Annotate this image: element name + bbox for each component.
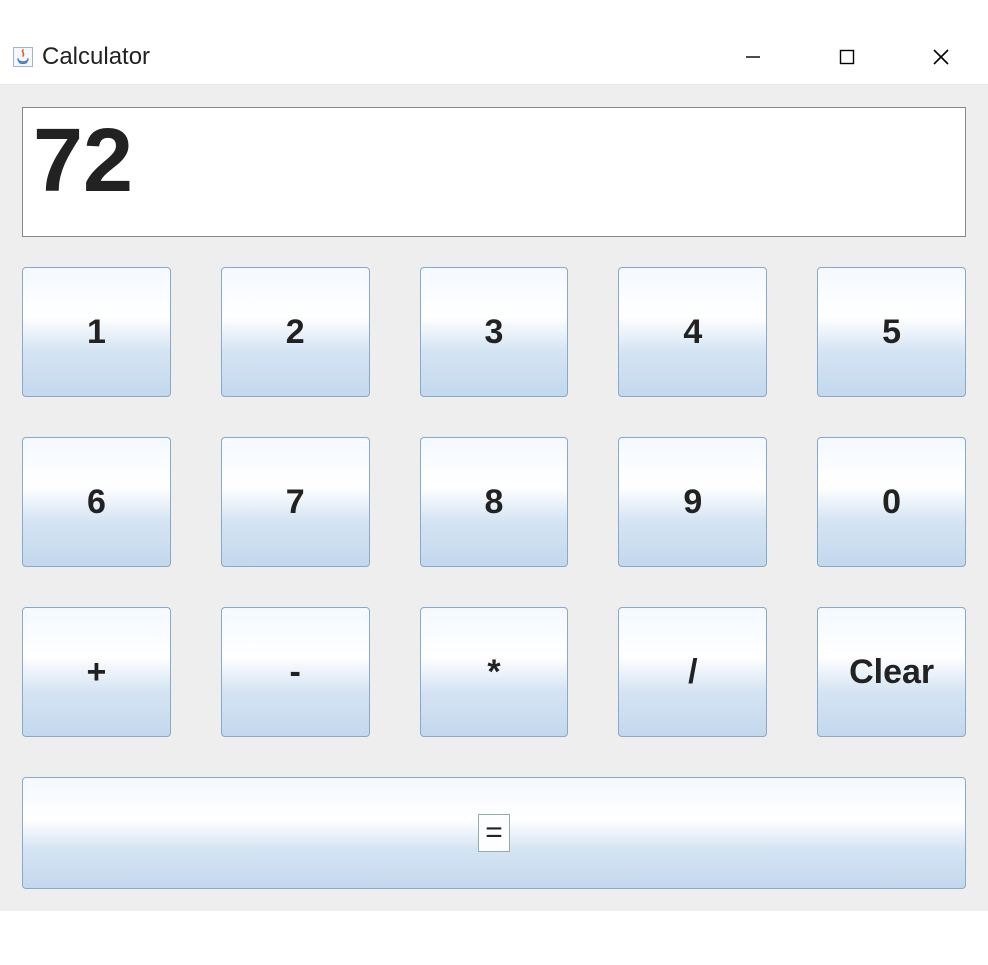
digit-8-button[interactable]: 8 [420,437,569,567]
calculator-window: Calculator 72 1 2 3 4 5 6 7 8 9 [0,30,988,911]
digit-0-button[interactable]: 0 [817,437,966,567]
digit-7-button[interactable]: 7 [221,437,370,567]
minimize-button[interactable] [706,30,800,84]
window-title: Calculator [42,43,706,71]
add-button[interactable]: + [22,607,171,737]
digit-4-button[interactable]: 4 [618,267,767,397]
display-field[interactable]: 72 [22,107,966,237]
digit-9-button[interactable]: 9 [618,437,767,567]
divide-button[interactable]: / [618,607,767,737]
equals-row: = [22,777,966,889]
multiply-button[interactable]: * [420,607,569,737]
digit-2-button[interactable]: 2 [221,267,370,397]
digit-6-button[interactable]: 6 [22,437,171,567]
digit-1-button[interactable]: 1 [22,267,171,397]
keypad: 1 2 3 4 5 6 7 8 9 0 + - * / Clear [22,267,966,737]
subtract-button[interactable]: - [221,607,370,737]
window-controls [706,30,988,84]
equals-label: = [478,814,510,852]
maximize-button[interactable] [800,30,894,84]
calculator-panel: 72 1 2 3 4 5 6 7 8 9 0 + - * / Clear = [0,84,988,911]
digit-3-button[interactable]: 3 [420,267,569,397]
close-button[interactable] [894,30,988,84]
clear-button[interactable]: Clear [817,607,966,737]
display-value: 72 [33,116,955,206]
java-app-icon [12,46,34,68]
digit-5-button[interactable]: 5 [817,267,966,397]
equals-button[interactable]: = [22,777,966,889]
title-bar: Calculator [0,30,988,84]
